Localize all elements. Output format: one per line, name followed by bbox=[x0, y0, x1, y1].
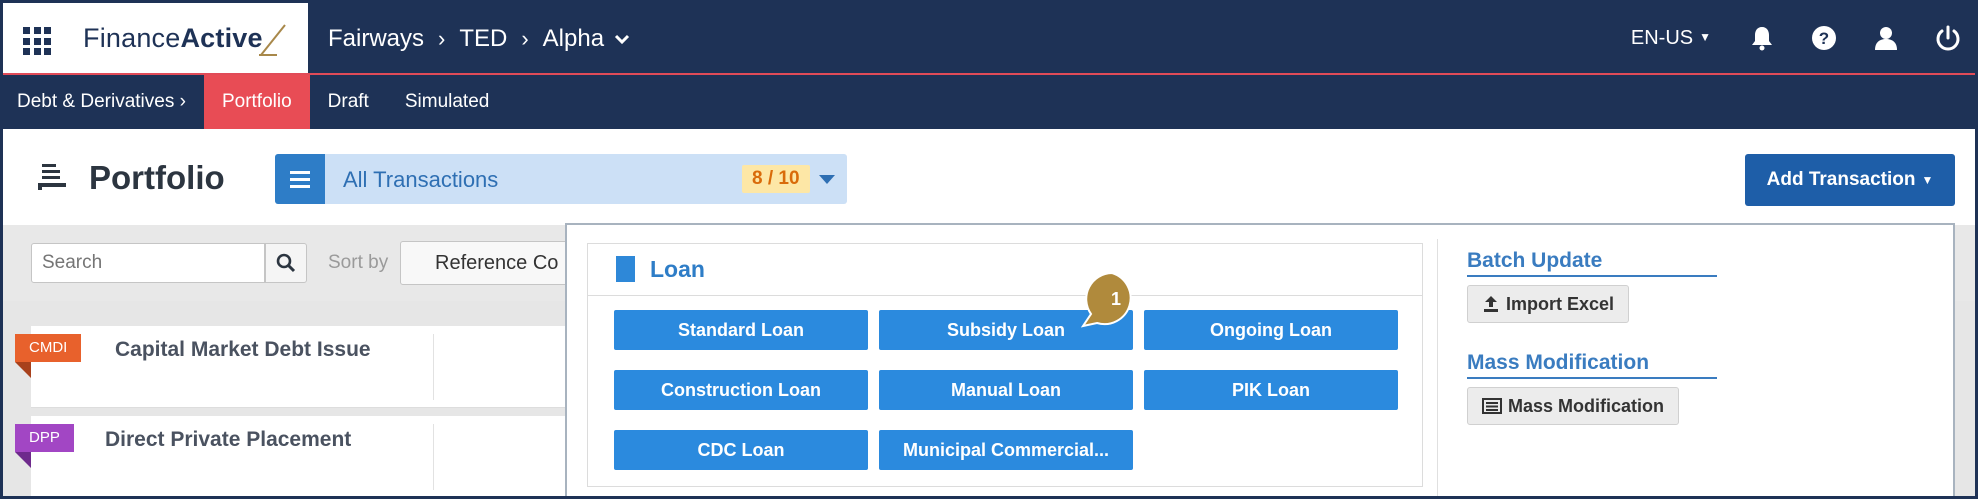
municipal-commercial-button[interactable]: Municipal Commercial... bbox=[879, 430, 1133, 470]
breadcrumb-item-alpha[interactable]: Alpha bbox=[543, 25, 604, 53]
top-right-controls: EN-US ▼ ? bbox=[1631, 3, 1975, 73]
add-transaction-dropdown: Loan Standard Loan Subsidy Loan Ongoing … bbox=[565, 223, 1955, 496]
subnav-debt-derivatives[interactable]: Debt & Derivatives › bbox=[3, 75, 204, 129]
pik-loan-button[interactable]: PIK Loan bbox=[1144, 370, 1398, 410]
help-icon[interactable]: ? bbox=[1811, 25, 1837, 51]
power-icon[interactable] bbox=[1935, 25, 1961, 51]
tab-simulated[interactable]: Simulated bbox=[387, 75, 508, 129]
tab-portfolio[interactable]: Portfolio bbox=[203, 75, 310, 129]
import-excel-label: Import Excel bbox=[1506, 293, 1615, 314]
language-label: EN-US bbox=[1630, 26, 1694, 49]
search-button[interactable] bbox=[265, 243, 307, 283]
view-selector[interactable]: All Transactions 8 / 10 bbox=[275, 154, 847, 204]
bell-icon[interactable] bbox=[1749, 25, 1775, 51]
construction-loan-button[interactable]: Construction Loan bbox=[614, 370, 868, 410]
standard-loan-button[interactable]: Standard Loan bbox=[614, 310, 868, 350]
app-window: FinanceActive Fairways › TED › Alpha EN-… bbox=[0, 0, 1978, 499]
logo[interactable]: FinanceActive bbox=[83, 23, 263, 54]
ledger-icon bbox=[38, 164, 66, 190]
caret-down-icon: ▼ bbox=[1921, 173, 1934, 187]
sub-navigation: Debt & Derivatives › Portfolio Draft Sim… bbox=[3, 75, 1975, 129]
section-divider bbox=[1437, 239, 1438, 496]
search-icon bbox=[276, 253, 296, 273]
sort-label: Sort by bbox=[328, 252, 389, 273]
upload-icon bbox=[1484, 296, 1498, 312]
breadcrumb-item-ted[interactable]: TED bbox=[459, 25, 507, 53]
card-divider bbox=[433, 334, 434, 400]
page-title: Portfolio bbox=[89, 159, 225, 196]
list-item[interactable]: Capital Market Debt Issue bbox=[31, 326, 591, 408]
import-excel-button[interactable]: Import Excel bbox=[1467, 285, 1630, 323]
add-transaction-button[interactable]: Add Transaction ▼ bbox=[1745, 154, 1955, 206]
logo-slash-mark bbox=[259, 24, 286, 56]
search-input[interactable] bbox=[31, 243, 265, 283]
logo-prefix: Finance bbox=[83, 23, 181, 53]
logo-strong: Active bbox=[180, 23, 263, 53]
view-label: All Transactions bbox=[343, 167, 499, 192]
card-divider bbox=[433, 424, 434, 490]
svg-text:?: ? bbox=[1819, 29, 1829, 48]
caret-down-icon: ▼ bbox=[1699, 29, 1711, 44]
step-number: 1 bbox=[1110, 288, 1121, 309]
mass-modification-title: Mass Modification bbox=[1467, 351, 1717, 379]
cdc-loan-button[interactable]: CDC Loan bbox=[614, 430, 868, 470]
loan-section: Loan Standard Loan Subsidy Loan Ongoing … bbox=[587, 243, 1423, 487]
loan-square-icon bbox=[616, 256, 635, 282]
card-title: Direct Private Placement bbox=[105, 428, 352, 451]
breadcrumb: Fairways › TED › Alpha bbox=[328, 25, 630, 53]
user-icon[interactable] bbox=[1873, 25, 1899, 51]
language-selector[interactable]: EN-US ▼ bbox=[1631, 27, 1711, 50]
manual-loan-button[interactable]: Manual Loan bbox=[879, 370, 1133, 410]
top-bar: FinanceActive Fairways › TED › Alpha EN-… bbox=[3, 3, 1975, 75]
batch-update-title: Batch Update bbox=[1467, 249, 1717, 277]
list-item[interactable]: Direct Private Placement bbox=[31, 416, 591, 496]
page-header: Portfolio All Transactions 8 / 10 Add Tr… bbox=[3, 129, 1975, 225]
caret-down-icon[interactable] bbox=[819, 175, 835, 184]
tag-fold-icon bbox=[15, 452, 31, 468]
breadcrumb-item-fairways[interactable]: Fairways bbox=[328, 25, 424, 53]
list-icon bbox=[1482, 398, 1502, 414]
loan-section-header: Loan bbox=[588, 244, 1422, 296]
tag-fold-icon bbox=[15, 362, 31, 378]
step-marker: 1 bbox=[1081, 270, 1139, 328]
mass-modification-button[interactable]: Mass Modification bbox=[1467, 387, 1680, 425]
apps-grid-icon[interactable] bbox=[23, 27, 51, 55]
card-title: Capital Market Debt Issue bbox=[115, 338, 371, 361]
logo-area: FinanceActive bbox=[3, 3, 308, 73]
type-tag: DPP bbox=[15, 424, 74, 452]
view-count-badge: 8 / 10 bbox=[742, 165, 810, 193]
chevron-down-icon[interactable] bbox=[614, 33, 630, 45]
add-transaction-label: Add Transaction bbox=[1766, 169, 1916, 190]
tab-draft[interactable]: Draft bbox=[310, 75, 387, 129]
ongoing-loan-button[interactable]: Ongoing Loan bbox=[1144, 310, 1398, 350]
mass-modification-label: Mass Modification bbox=[1508, 395, 1665, 416]
loan-section-title: Loan bbox=[650, 256, 705, 282]
breadcrumb-separator-icon: › bbox=[438, 26, 446, 51]
menu-icon[interactable] bbox=[275, 154, 325, 204]
breadcrumb-separator-icon: › bbox=[521, 26, 529, 51]
type-tag: CMDI bbox=[15, 334, 82, 362]
